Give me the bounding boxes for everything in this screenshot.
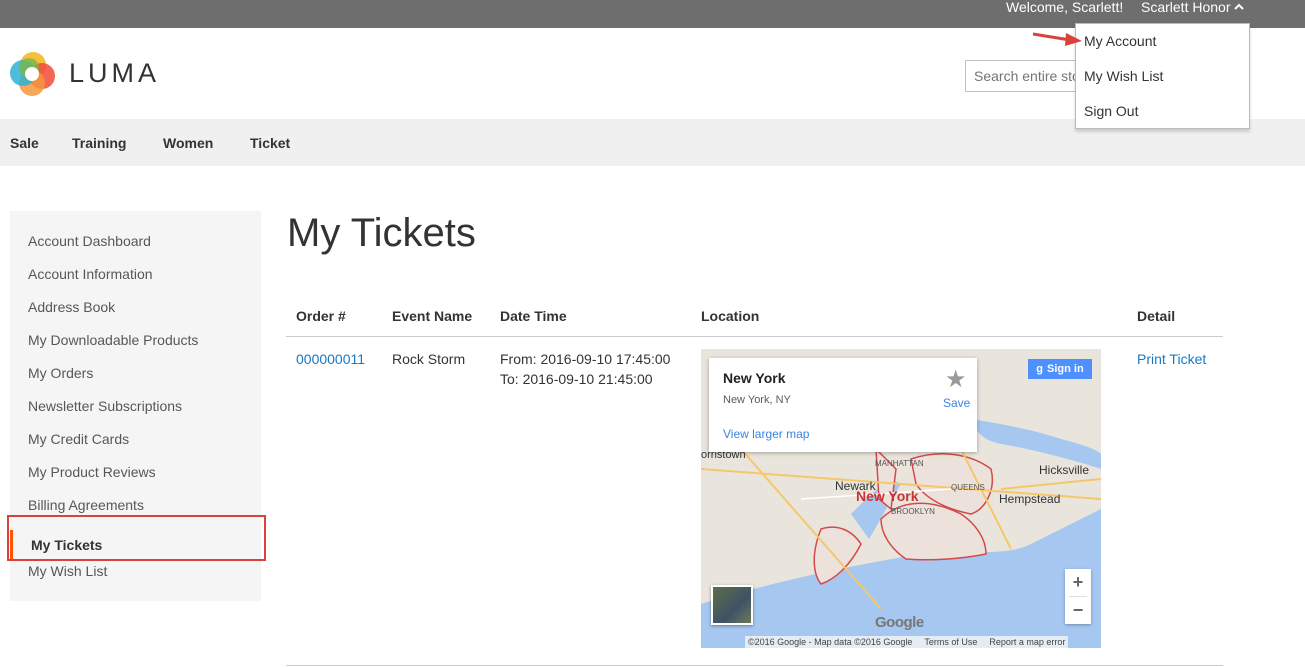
location-map[interactable]: orristown Newark New York MANHATTAN QUEE… [701, 349, 1101, 648]
map-place-name: New York [723, 370, 786, 386]
customer-menu-toggle[interactable]: Scarlett Honor [1141, 0, 1245, 15]
chevron-up-icon [1234, 3, 1245, 10]
account-dropdown: My Account My Wish List Sign Out [1075, 23, 1250, 129]
map-zoom-control: + − [1065, 569, 1091, 624]
terms-of-use-link[interactable]: Terms of Use [924, 636, 977, 648]
nav-item-women[interactable]: Women [163, 135, 213, 151]
red-arrow-annotation [1032, 32, 1082, 46]
sidebar-item-credit-cards[interactable]: My Credit Cards [28, 431, 129, 447]
column-header-order: Order # [296, 308, 346, 324]
view-larger-map-link[interactable]: View larger map [723, 427, 809, 441]
menu-item-my-wish-list[interactable]: My Wish List [1084, 68, 1163, 84]
map-sign-in-button[interactable]: g Sign in [1028, 359, 1092, 379]
map-place-address: New York, NY [723, 394, 791, 406]
satellite-toggle[interactable] [711, 585, 753, 625]
column-header-location: Location [701, 308, 760, 324]
order-number-link[interactable]: 000000011 [296, 349, 365, 369]
map-label: Hicksville [1039, 463, 1090, 477]
google-logo: Google [875, 614, 924, 631]
menu-item-my-account[interactable]: My Account [1084, 33, 1156, 49]
zoom-in-button[interactable]: + [1065, 569, 1091, 596]
logo-text: LUMA [69, 58, 161, 88]
print-ticket-link[interactable]: Print Ticket [1137, 349, 1206, 369]
nav-item-ticket[interactable]: Ticket [250, 135, 290, 151]
column-header-detail: Detail [1137, 308, 1176, 324]
luma-logo[interactable] [10, 51, 56, 97]
sidebar-item-account-information[interactable]: Account Information [28, 266, 153, 282]
table-header-divider [286, 336, 1223, 337]
page-title: My Tickets [287, 211, 476, 255]
nav-item-sale[interactable]: Sale [10, 135, 39, 151]
date-to: To: 2016-09-10 21:45:00 [500, 371, 653, 387]
map-label: QUEENS [951, 483, 985, 492]
map-label: New York [856, 488, 919, 504]
customer-name: Scarlett Honor [1141, 0, 1231, 15]
map-save-link[interactable]: Save [943, 396, 970, 410]
map-label: Hempstead [999, 492, 1061, 506]
map-label: MANHATTAN [875, 459, 924, 468]
menu-item-sign-out[interactable]: Sign Out [1084, 103, 1138, 119]
nav-item-training[interactable]: Training [72, 135, 126, 151]
column-header-event-name: Event Name [392, 308, 473, 324]
sidebar-item-product-reviews[interactable]: My Product Reviews [28, 464, 156, 480]
sidebar-item-billing-agreements[interactable]: Billing Agreements [28, 497, 144, 513]
sidebar-item-address-book[interactable]: Address Book [28, 299, 115, 315]
column-header-date-time: Date Time [500, 308, 567, 324]
sidebar-item-my-wish-list[interactable]: My Wish List [28, 563, 107, 579]
luma-logo-icon [10, 52, 55, 96]
map-place-card: New York New York, NY View larger map ★ … [709, 358, 977, 452]
red-highlight-annotation [7, 515, 266, 561]
google-g-icon: g [1036, 363, 1044, 375]
report-map-error-link[interactable]: Report a map error [989, 636, 1065, 648]
sidebar-item-downloadable-products[interactable]: My Downloadable Products [28, 332, 198, 348]
sidebar-item-my-orders[interactable]: My Orders [28, 365, 93, 381]
zoom-out-button[interactable]: − [1065, 597, 1091, 624]
sign-in-label: Sign in [1047, 363, 1084, 375]
sidebar-item-account-dashboard[interactable]: Account Dashboard [28, 233, 151, 249]
map-attribution: ©2016 Google - Map data ©2016 Google Ter… [745, 636, 1069, 648]
star-icon[interactable]: ★ [945, 365, 967, 394]
table-bottom-divider [286, 665, 1223, 666]
date-from: From: 2016-09-10 17:45:00 [500, 351, 671, 367]
sidebar-item-newsletter[interactable]: Newsletter Subscriptions [28, 398, 182, 414]
event-name: Rock Storm [392, 351, 466, 367]
welcome-message: Welcome, Scarlett! [1006, 0, 1124, 15]
map-label: BROOKLYN [891, 507, 935, 516]
map-copyright: ©2016 Google - Map data ©2016 Google [748, 637, 913, 647]
